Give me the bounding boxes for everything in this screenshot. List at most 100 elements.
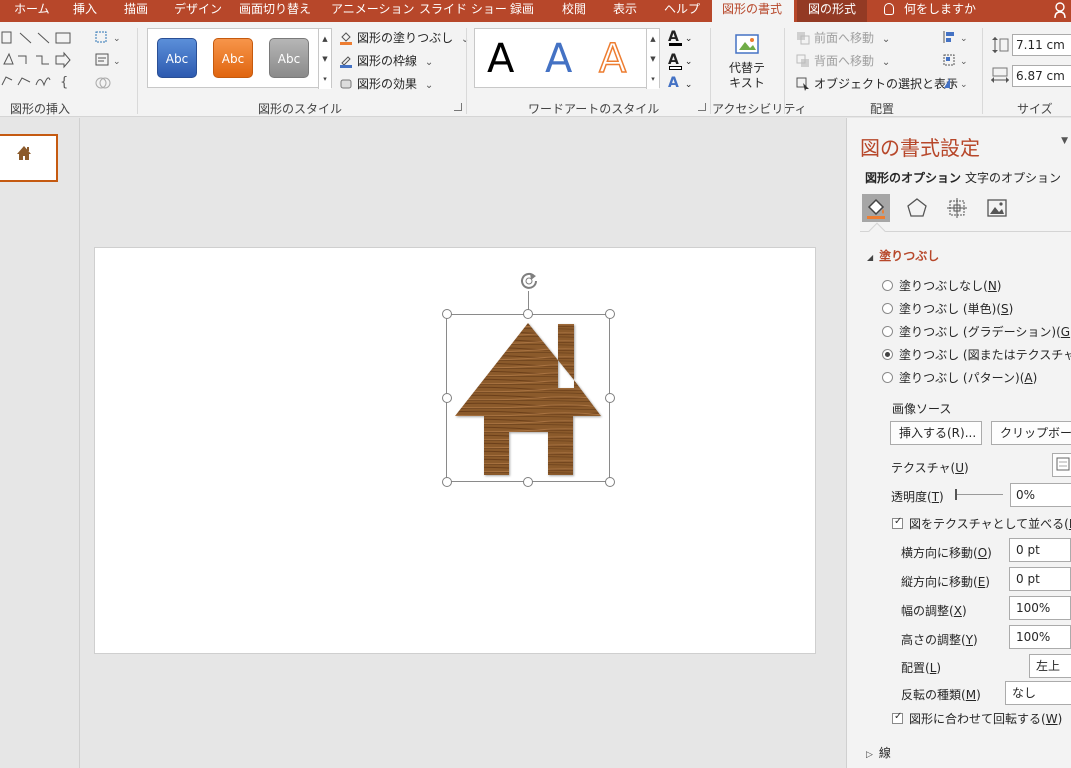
resize-handle-top-right[interactable]	[605, 309, 615, 319]
resize-handle-top-left[interactable]	[442, 309, 452, 319]
size-properties-icon[interactable]	[943, 194, 971, 222]
offset-x-field[interactable]: 0 pt	[1009, 538, 1071, 562]
gallery-scroll-down-icon[interactable]: ▼	[318, 49, 331, 69]
gallery-scroll-up-icon[interactable]: ▲	[646, 29, 659, 49]
access-key: N	[987, 279, 997, 293]
wordart-preset[interactable]: A	[598, 38, 627, 80]
tab-animations[interactable]: アニメーション	[331, 0, 415, 22]
tab-slideshow[interactable]: スライド ショー	[419, 0, 507, 22]
gallery-scroll-down-icon[interactable]: ▼	[646, 49, 659, 69]
alt-text-button[interactable]: 代替テ キスト	[716, 30, 778, 91]
transparency-field[interactable]: 0%	[1010, 483, 1071, 507]
shape-fill-button[interactable]: 図形の塗りつぶし	[339, 28, 469, 48]
gallery-more-icon[interactable]: ▾	[646, 69, 659, 89]
shapes-gallery[interactable]: {	[0, 30, 75, 90]
slide-thumbnail[interactable]	[0, 134, 58, 182]
text-outline-button[interactable]: A ⌄	[668, 51, 700, 71]
resize-handle-top[interactable]	[523, 309, 533, 319]
gallery-scroll-up-icon[interactable]: ▲	[318, 29, 331, 49]
shape-style-preset[interactable]: Abc	[269, 38, 309, 78]
section-line-header[interactable]: ▷ 線	[866, 744, 891, 761]
fill-option-picture[interactable]: 塗りつぶし (図またはテクスチャ)(P)	[882, 346, 1071, 363]
resize-handle-bottom-left[interactable]	[442, 477, 452, 487]
group-label-accessibility: アクセシビリティ	[712, 102, 807, 116]
texture-picker[interactable]	[1052, 453, 1071, 477]
tab-text-options[interactable]: 文字のオプション	[965, 169, 1061, 186]
edit-shape-icon[interactable]: ⌄	[95, 30, 125, 47]
rotate-icon[interactable]: ⌄	[942, 76, 972, 93]
fill-option-gradient[interactable]: 塗りつぶし (グラデーション)(G)	[882, 323, 1071, 340]
shape-height-field[interactable]: 7.11 cm	[1012, 34, 1071, 56]
shape-style-preset[interactable]: Abc	[213, 38, 253, 78]
transparency-slider-thumb[interactable]	[955, 489, 957, 500]
fill-option-label: 塗りつぶし (単色)	[899, 302, 997, 316]
tab-home[interactable]: ホーム	[14, 0, 50, 22]
fill-option-none[interactable]: 塗りつぶしなし(N)	[882, 277, 1001, 294]
tab-shape-format[interactable]: 図形の書式	[712, 0, 794, 22]
dialog-launcher-icon[interactable]	[454, 103, 462, 111]
resize-handle-bottom[interactable]	[523, 477, 533, 487]
group-label-arrange: 配置	[870, 102, 895, 116]
text-fill-button[interactable]: A ⌄	[668, 28, 700, 48]
alt-text-label-line2: キスト	[729, 76, 765, 90]
shape-effects-button[interactable]: 図形の効果	[339, 74, 433, 94]
pane-options-icon[interactable]: ▼	[1061, 136, 1068, 146]
clipboard-button[interactable]: クリップボード(C)	[991, 421, 1071, 445]
alignment-dropdown[interactable]: 左上	[1029, 654, 1071, 678]
tell-me-text: 何をしますか	[904, 2, 977, 16]
account-icon[interactable]	[1053, 2, 1067, 18]
shape-style-preset[interactable]: Abc	[157, 38, 197, 78]
tab-shape-options[interactable]: 図形のオプション	[865, 169, 961, 186]
transparency-slider-track[interactable]	[955, 494, 1003, 495]
resize-handle-right[interactable]	[605, 393, 615, 403]
fill-line-icon[interactable]	[862, 194, 890, 222]
wordart-preset[interactable]: A	[545, 39, 572, 79]
text-box-icon[interactable]: ⌄	[95, 53, 125, 70]
rotate-handle-icon[interactable]	[518, 270, 540, 292]
rotate-with-shape-checkbox-row[interactable]: 図形に合わせて回転する(W)	[892, 710, 1062, 727]
tab-help[interactable]: ヘルプ	[664, 0, 700, 22]
tab-transitions[interactable]: 画面切り替え	[239, 0, 311, 22]
scale-x-label: 幅の調整	[901, 604, 950, 618]
shape-outline-button[interactable]: 図形の枠線	[339, 51, 433, 71]
effects-icon[interactable]	[903, 194, 931, 222]
align-icon[interactable]: ⌄	[942, 30, 972, 47]
tab-record[interactable]: 録画	[510, 0, 534, 22]
tab-draw[interactable]: 描画	[124, 0, 148, 22]
fill-option-label: 塗りつぶし (パターン)	[899, 371, 1020, 385]
insert-picture-button[interactable]: 挿入する(R)...	[890, 421, 982, 445]
pane-title: 図の書式設定	[860, 136, 980, 160]
tab-insert[interactable]: 挿入	[73, 0, 97, 22]
mirror-type-label: 反転の種類	[901, 688, 962, 702]
svg-text:⌄: ⌄	[960, 57, 968, 67]
scale-x-field[interactable]: 100%	[1009, 596, 1071, 620]
gallery-more-icon[interactable]: ▾	[318, 69, 331, 89]
resize-handle-left[interactable]	[442, 393, 452, 403]
tab-view[interactable]: 表示	[613, 0, 637, 22]
shape-width-field[interactable]: 6.87 cm	[1012, 65, 1071, 87]
picture-icon[interactable]	[983, 194, 1011, 222]
offset-x-label: 横方向に移動	[901, 546, 974, 560]
fill-option-solid[interactable]: 塗りつぶし (単色)(S)	[882, 300, 1013, 317]
mirror-type-dropdown[interactable]: なし	[1005, 681, 1071, 705]
group-objects-icon[interactable]: ⌄	[942, 53, 972, 70]
tab-design[interactable]: デザイン	[174, 0, 222, 22]
scale-y-field[interactable]: 100%	[1009, 625, 1071, 649]
dialog-launcher-icon[interactable]	[698, 103, 706, 111]
tell-me-box[interactable]: 何をしますか	[884, 0, 976, 22]
offset-y-field[interactable]: 0 pt	[1009, 567, 1071, 591]
resize-handle-bottom-right[interactable]	[605, 477, 615, 487]
shapes-gallery-icons: {	[1, 31, 71, 90]
send-backward-button[interactable]: 背面へ移動	[796, 51, 890, 71]
tab-review[interactable]: 校閲	[562, 0, 586, 22]
checkbox-checked	[892, 711, 903, 724]
tab-picture-format[interactable]: 図の形式	[797, 0, 867, 22]
fill-option-pattern[interactable]: 塗りつぶし (パターン)(A)	[882, 369, 1037, 386]
selection-pane-button[interactable]: オブジェクトの選択と表示	[796, 74, 958, 94]
tile-checkbox-row[interactable]: 図をテクスチャとして並べる(I)	[892, 515, 1071, 532]
wordart-preset[interactable]: A	[487, 39, 514, 79]
text-effects-button[interactable]: A ⌄	[668, 74, 700, 94]
section-fill-header[interactable]: ◢ 塗りつぶし	[867, 247, 939, 264]
bring-forward-button[interactable]: 前面へ移動	[796, 28, 890, 48]
alt-text-label-line1: 代替テ	[728, 61, 765, 75]
